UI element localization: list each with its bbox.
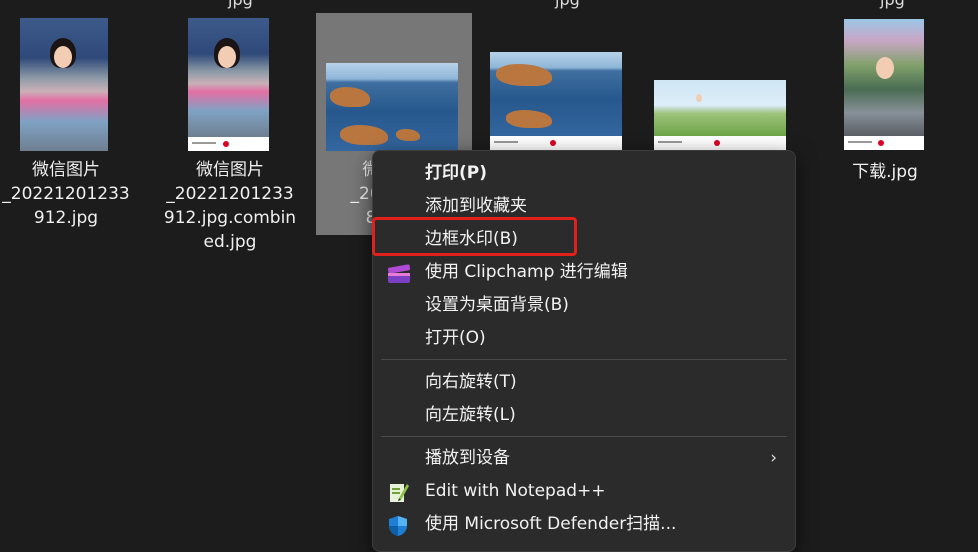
file-thumbnail — [326, 63, 458, 151]
menu-item-defender-scan[interactable]: 使用 Microsoft Defender扫描... — [373, 508, 795, 541]
context-menu: 打印(P) 添加到收藏夹 边框水印(B) 使用 Clipchamp 进行编辑 设… — [372, 150, 796, 552]
file-name: 下载.jpg — [852, 162, 918, 182]
menu-item-label: 向左旋转(L) — [425, 405, 516, 425]
menu-item-print[interactable]: 打印(P) — [373, 157, 795, 190]
menu-item-label: 设置为桌面背景(B) — [425, 295, 569, 315]
menu-divider — [381, 359, 787, 360]
file-item[interactable]: 微信图片 _20221201233 912.jpg.combin ed.jpg — [0, 0, 320, 260]
menu-item-rotate-left[interactable]: 向左旋转(L) — [373, 399, 795, 432]
menu-item-set-desktop-background[interactable]: 设置为桌面背景(B) — [373, 289, 795, 322]
menu-item-label: 打印(P) — [425, 163, 487, 183]
annotation-highlight-box — [372, 217, 577, 256]
file-thumbnail — [654, 80, 786, 150]
menu-item-rotate-right[interactable]: 向右旋转(T) — [373, 366, 795, 399]
menu-item-cast-to-device[interactable]: 播放到设备 › — [373, 442, 795, 475]
menu-item-clipchamp-edit[interactable]: 使用 Clipchamp 进行编辑 — [373, 256, 795, 289]
menu-item-label: 向右旋转(T) — [425, 372, 517, 392]
chevron-right-icon: › — [770, 448, 777, 468]
menu-item-label: Edit with Notepad++ — [425, 481, 606, 501]
file-thumbnail — [844, 19, 924, 150]
menu-divider — [381, 436, 787, 437]
clipchamp-icon — [387, 263, 411, 283]
defender-shield-icon — [387, 515, 409, 536]
menu-item-edit-notepadpp[interactable]: Edit with Notepad++ — [373, 475, 795, 508]
notepadpp-icon — [387, 482, 409, 502]
file-item[interactable]: 下载.jpg — [810, 0, 970, 240]
menu-item-label: 打开(O) — [425, 328, 486, 348]
file-name: 微信图片 _20221201233 912.jpg.combin ed.jpg — [163, 160, 297, 252]
menu-item-label: 使用 Clipchamp 进行编辑 — [425, 262, 628, 282]
file-thumbnail — [188, 18, 269, 151]
menu-item-label: 播放到设备 — [425, 448, 510, 468]
file-thumbnail — [490, 52, 622, 150]
menu-item-label: 使用 Microsoft Defender扫描... — [425, 514, 677, 534]
menu-item-open[interactable]: 打开(O) — [373, 322, 795, 355]
